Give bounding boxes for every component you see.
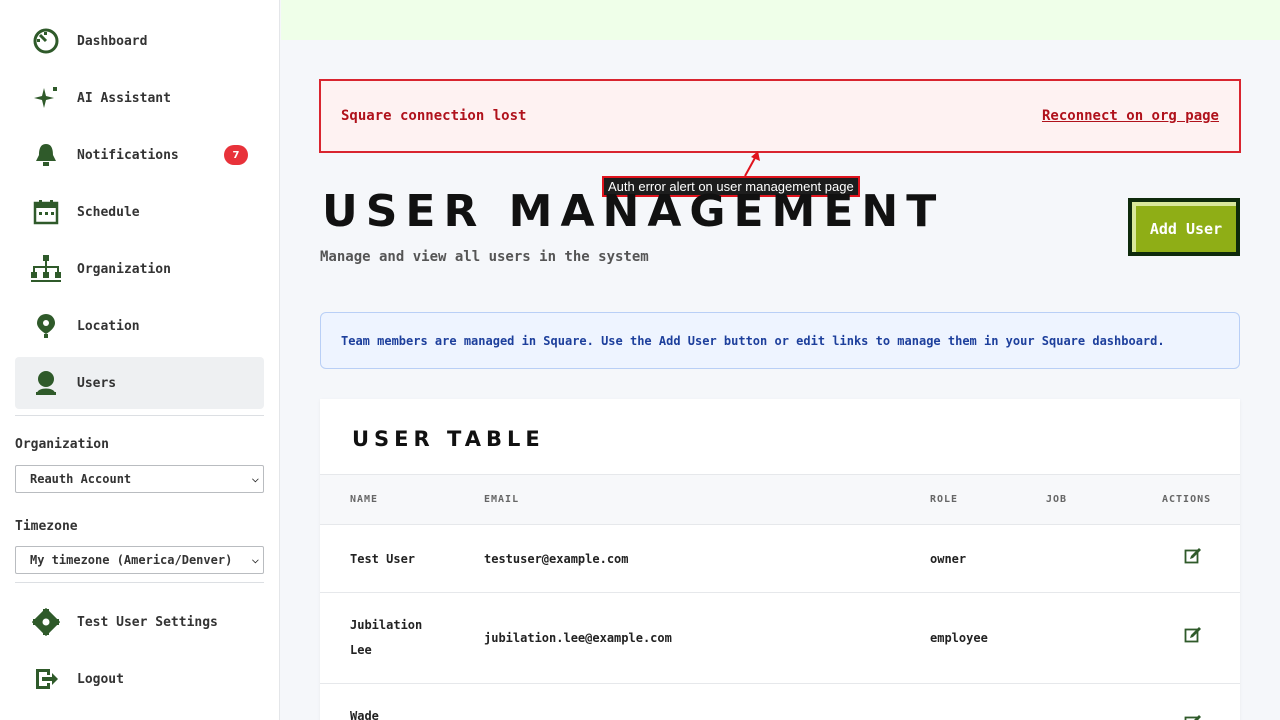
column-header-job: Job [1046, 494, 1068, 505]
sidebar-divider [15, 582, 264, 583]
page-subtitle: Manage and view all users in the system [320, 249, 649, 265]
table-row: Test User testuser@example.com owner [320, 525, 1240, 593]
add-user-button[interactable]: Add User [1128, 198, 1240, 256]
organization-label: Organization [15, 437, 109, 452]
user-role: employee [930, 631, 988, 645]
add-user-button-label: Add User [1132, 202, 1236, 252]
info-banner: Team members are managed in Square. Use … [320, 312, 1240, 369]
alert-message: Square connection lost [341, 108, 527, 124]
user-name: Test User [350, 552, 416, 566]
sidebar-item-organization[interactable]: Organization [15, 243, 264, 295]
location-pin-icon [30, 310, 62, 342]
gear-icon [30, 606, 62, 638]
sidebar-item-dashboard[interactable]: Dashboard [15, 15, 264, 67]
timezone-select-value: My timezone (America/Denver) [30, 553, 233, 567]
sidebar-item-location[interactable]: Location [15, 300, 264, 352]
sidebar-item-label: Logout [77, 671, 124, 687]
sidebar-item-label: Test User Settings [77, 614, 218, 630]
sidebar-divider [15, 415, 264, 416]
page-title: User Management [322, 186, 945, 237]
user-name: Jubilation Lee [350, 618, 423, 657]
user-email: jubilation.lee@example.com [484, 631, 672, 645]
sparkle-icon [30, 82, 62, 114]
sidebar-item-label: Dashboard [77, 33, 148, 49]
notification-count-badge: 7 [224, 145, 248, 165]
user-icon [30, 367, 62, 399]
dashboard-icon [30, 25, 62, 57]
sidebar-item-logout[interactable]: Logout [15, 653, 264, 705]
table-title: User Table [352, 427, 545, 451]
edit-icon[interactable] [1184, 626, 1202, 644]
sidebar-item-notifications[interactable]: Notifications 7 [15, 129, 264, 181]
column-header-actions: Actions [1162, 494, 1212, 505]
sidebar-item-settings[interactable]: Test User Settings [15, 596, 264, 648]
top-banner [281, 0, 1280, 40]
organization-select-value: Reauth Account [30, 472, 132, 486]
edit-icon[interactable] [1184, 714, 1202, 720]
table-header: Name Email Role Job Actions [320, 474, 1240, 525]
edit-icon[interactable] [1184, 547, 1202, 565]
auth-error-alert: Square connection lost Reconnect on org … [319, 79, 1241, 153]
calendar-icon [30, 196, 62, 228]
sidebar-item-ai-assistant[interactable]: AI Assistant [15, 72, 264, 124]
user-email: testuser@example.com [484, 552, 629, 566]
sidebar-item-label: Organization [77, 261, 171, 277]
sidebar: Dashboard AI Assistant Notifications 7 S… [0, 0, 280, 720]
chevron-down-icon: ⌵ [251, 552, 259, 566]
table-row: Jubilation Lee jubilation.lee@example.co… [320, 593, 1240, 684]
reconnect-link[interactable]: Reconnect on org page [1042, 108, 1219, 124]
bell-icon [30, 139, 62, 171]
user-name: Wade [350, 709, 379, 720]
org-chart-icon [30, 253, 62, 285]
chevron-down-icon: ⌵ [251, 471, 259, 485]
table-row: Wade [320, 684, 1240, 720]
logout-icon [30, 663, 62, 695]
sidebar-item-label: Schedule [77, 204, 140, 220]
organization-select[interactable]: Reauth Account ⌵ [15, 465, 264, 493]
timezone-label: Timezone [15, 519, 78, 534]
sidebar-item-label: Users [77, 375, 117, 391]
sidebar-item-label: Notifications [77, 147, 179, 163]
timezone-select[interactable]: My timezone (America/Denver) ⌵ [15, 546, 264, 574]
column-header-name: Name [350, 494, 379, 505]
user-role: owner [930, 552, 967, 566]
sidebar-item-users[interactable]: Users [15, 357, 264, 409]
column-header-role: Role [930, 494, 959, 505]
user-table-card: User Table Name Email Role Job Actions T… [320, 399, 1240, 720]
sidebar-item-label: AI Assistant [77, 90, 171, 106]
sidebar-item-schedule[interactable]: Schedule [15, 186, 264, 238]
sidebar-item-label: Location [77, 318, 140, 334]
column-header-email: Email [484, 494, 520, 505]
